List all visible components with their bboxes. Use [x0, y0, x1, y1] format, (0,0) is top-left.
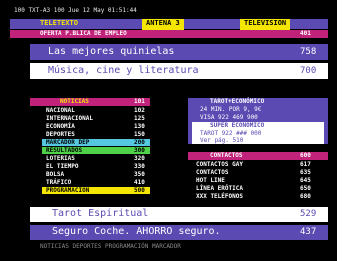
right-panel-title[interactable]: TAROT+ECONÓMICO: [210, 99, 264, 105]
banner-seguro-label: Seguro Coche. AHORRO seguro.: [52, 226, 221, 237]
left-menu-item-label[interactable]: EL TIEMPO: [46, 163, 79, 170]
subtitle-page[interactable]: 401: [300, 31, 311, 37]
contact-item-label[interactable]: CONTACTOS GAY: [196, 161, 243, 168]
left-menu-title-bar: [30, 98, 150, 106]
left-menu-item-page: 320: [134, 155, 145, 162]
left-menu-item-label[interactable]: BOLSA: [46, 171, 64, 178]
left-menu-item-page: 410: [134, 179, 145, 186]
left-menu-item-label[interactable]: ECONOMÍA: [46, 123, 75, 130]
right-panel-box2-title[interactable]: SUPER ECONÓMICO: [210, 123, 264, 129]
left-menu-item-label[interactable]: MARCADOR DEP: [46, 139, 89, 146]
left-menu-item-label[interactable]: PROGRAMACIÓN: [46, 187, 89, 194]
contact-item-page: 617: [300, 161, 311, 168]
left-menu-item-label[interactable]: LOTERIAS: [46, 155, 75, 162]
subtitle-left: OFERTA P.BLICA DE EMPLEO: [40, 30, 127, 37]
left-menu-title-page: 101: [134, 98, 145, 105]
banner-tarot-label: Tarot Espiritual: [52, 208, 149, 219]
left-menu-item-page: 130: [134, 123, 145, 130]
left-menu-item-page: 500: [134, 187, 145, 194]
right-panel-line-2: VISA 922 469 900: [200, 114, 258, 121]
left-menu-item-page: 350: [134, 171, 145, 178]
contact-item-label[interactable]: HOT LINE: [196, 177, 225, 184]
contact-item-page: 645: [300, 177, 311, 184]
tab-teletexto[interactable]: TELETEXTO: [40, 20, 78, 27]
banner-cine-page: 700: [300, 66, 317, 76]
contact-item-page: 680: [300, 193, 311, 200]
right-panel-line-1: 24 MIN. POR 9, 9€: [200, 106, 262, 113]
contact-item-page: 650: [300, 185, 311, 192]
banner-quinielas-label: Las mejores quinielas: [48, 46, 175, 57]
left-menu-item-page: 200: [134, 139, 145, 146]
contact-title-page: 600: [300, 152, 311, 159]
left-menu-item-page: 300: [134, 147, 145, 154]
contact-title[interactable]: CONTACTOS: [210, 153, 243, 159]
left-menu-title[interactable]: NOTICIAS: [60, 99, 89, 105]
left-menu-item-page: 330: [134, 163, 145, 170]
footer-nav[interactable]: NOTICIAS DEPORTES PROGRAMACIÓN MARCADOR: [40, 244, 181, 250]
banner-tarot-page: 529: [300, 209, 317, 219]
left-menu-item-page: 102: [134, 107, 145, 114]
banner-quinielas-page: 758: [300, 47, 317, 57]
contact-item-page: 635: [300, 169, 311, 176]
left-menu-item-label[interactable]: TRÁFICO: [46, 179, 71, 186]
right-panel-box2-extra: Ver pág. 510: [200, 137, 244, 144]
contact-item-label[interactable]: LÍNEA ERÓTICA: [196, 185, 243, 192]
left-menu-item-label[interactable]: INTERNACIONAL: [46, 115, 93, 122]
left-menu-item-page: 150: [134, 131, 145, 138]
banner-seguro-page: 437: [300, 227, 317, 237]
left-menu-item-label[interactable]: DEPORTES: [46, 131, 75, 138]
teletext-screen: 100 TXT-A3 100 Jue 12 May 01:51:44 TELET…: [0, 0, 337, 261]
contact-item-label[interactable]: XXX TELÉFONOS: [196, 193, 243, 200]
contact-item-label[interactable]: CONTACTOS: [196, 169, 229, 176]
banner-cine-label: Música, cine y literatura: [48, 65, 199, 76]
left-menu-item-label[interactable]: RESULTADOS: [46, 147, 82, 154]
left-menu-item-label[interactable]: NACIONAL: [46, 107, 75, 114]
left-menu-item-page: 125: [134, 115, 145, 122]
status-line: 100 TXT-A3 100 Jue 12 May 01:51:44: [14, 7, 137, 14]
